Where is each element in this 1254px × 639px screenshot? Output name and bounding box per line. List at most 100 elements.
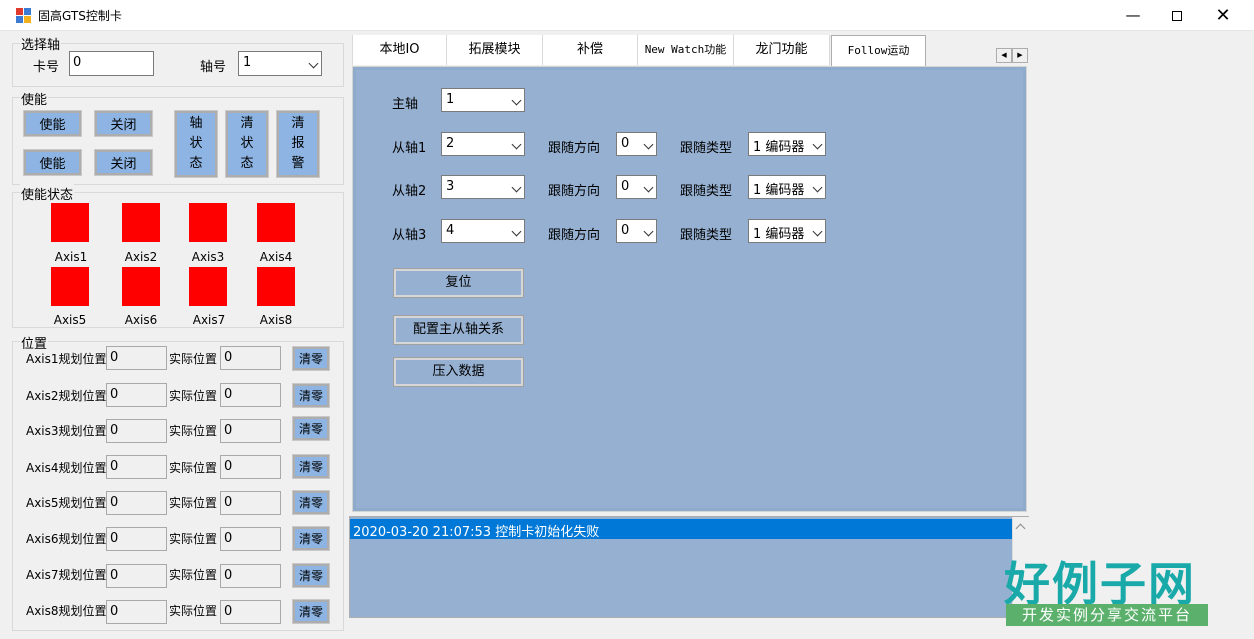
enable-button-2[interactable]: 使能 <box>23 149 82 176</box>
enable-status-title: 使能状态 <box>20 184 75 203</box>
tab-scroll-left-button[interactable]: ◀ <box>996 48 1012 63</box>
clear-alarm-button[interactable]: 清 报 警 <box>276 110 320 178</box>
axis4-clear-button[interactable]: 清零 <box>292 454 330 479</box>
axis6-label: Axis6 <box>124 313 158 327</box>
chevron-down-icon <box>511 95 522 106</box>
axis1-status-led <box>51 203 89 242</box>
close-button[interactable]: ✕ <box>1200 0 1246 31</box>
chevron-down-icon <box>812 182 823 193</box>
axis7-actual-position[interactable]: 0 <box>220 564 281 588</box>
axis5-actual-position[interactable]: 0 <box>220 491 281 515</box>
push-data-button[interactable]: 压入数据 <box>393 357 524 387</box>
slave1-type-select[interactable]: 1 编码器 <box>748 132 826 156</box>
chevron-down-icon <box>511 139 522 150</box>
close-icon: ✕ <box>1215 5 1231 26</box>
tab-local-io[interactable]: 本地IO <box>352 35 447 65</box>
axis4-actual-position[interactable]: 0 <box>220 455 281 479</box>
chevron-down-icon <box>812 139 823 150</box>
tab-gantry[interactable]: 龙门功能 <box>734 35 830 65</box>
axis1-clear-button[interactable]: 清零 <box>292 346 330 371</box>
slave2-type-select[interactable]: 1 编码器 <box>748 175 826 199</box>
axis8-status-led <box>257 267 295 306</box>
minimize-button[interactable]: — <box>1110 0 1156 31</box>
axis3-label: Axis3 <box>191 250 225 264</box>
axis8-actual-position[interactable]: 0 <box>220 600 281 624</box>
window-title: 固高GTS控制卡 <box>38 9 122 23</box>
enable-title: 使能 <box>20 89 49 108</box>
axis8-label: Axis8 <box>259 313 293 327</box>
enable-button-1[interactable]: 使能 <box>23 110 82 137</box>
axis5-plan-position[interactable]: 0 <box>106 491 167 515</box>
chevron-up-icon <box>1015 523 1026 534</box>
select-axis-title: 选择轴 <box>20 34 62 53</box>
axis2-clear-button[interactable]: 清零 <box>292 383 330 408</box>
tab-compensation[interactable]: 补偿 <box>543 35 638 65</box>
close-axis-button-1[interactable]: 关闭 <box>94 110 153 137</box>
slave1-direction-select[interactable]: 0 <box>616 132 657 156</box>
axis1-label: Axis1 <box>54 250 88 264</box>
chevron-down-icon <box>812 226 823 237</box>
tab-scroll-right-button[interactable]: ▶ <box>1012 48 1028 63</box>
master-axis-label: 主轴 <box>392 97 419 112</box>
maximize-icon <box>1172 10 1182 21</box>
axis6-plan-position[interactable]: 0 <box>106 527 167 551</box>
slave3-direction-select[interactable]: 0 <box>616 219 657 243</box>
axis7-plan-position[interactable]: 0 <box>106 564 167 588</box>
arrow-left-icon: ◀ <box>1001 51 1007 59</box>
log-line[interactable]: 2020-03-20 21:07:53 控制卡初始化失败 <box>350 519 1012 540</box>
config-master-slave-button[interactable]: 配置主从轴关系 <box>393 315 524 345</box>
axis5-status-led <box>51 267 89 306</box>
tab-extension-module[interactable]: 拓展模块 <box>447 35 543 65</box>
tab-new-watch[interactable]: New Watch功能 <box>638 35 734 65</box>
card-number-input[interactable]: 0 <box>69 51 154 76</box>
chevron-down-icon <box>643 182 654 193</box>
slave2-direction-select[interactable]: 0 <box>616 175 657 199</box>
axis7-status-led <box>189 267 227 306</box>
title-bar: 固高GTS控制卡 — ✕ <box>0 0 1254 31</box>
axis5-label: Axis5 <box>53 313 87 327</box>
close-axis-button-2[interactable]: 关闭 <box>94 149 153 176</box>
axis-number-select[interactable]: 1 <box>238 51 322 76</box>
axis3-plan-position[interactable]: 0 <box>106 419 167 443</box>
axis6-status-led <box>122 267 160 306</box>
log-listbox[interactable]: 2020-03-20 21:07:53 控制卡初始化失败 <box>349 516 1029 618</box>
chevron-down-icon <box>643 139 654 150</box>
axis2-label: Axis2 <box>124 250 158 264</box>
minimize-icon: — <box>1125 6 1141 24</box>
slave1-axis-select[interactable]: 2 <box>441 132 525 156</box>
tab-follow-motion[interactable]: Follow运动 <box>831 35 926 66</box>
axis8-plan-position[interactable]: 0 <box>106 600 167 624</box>
axis4-plan-position[interactable]: 0 <box>106 455 167 479</box>
reset-button[interactable]: 复位 <box>393 268 524 298</box>
axis2-plan-position[interactable]: 0 <box>106 383 167 407</box>
axis3-actual-position[interactable]: 0 <box>220 419 281 443</box>
axis-status-button[interactable]: 轴 状 态 <box>174 110 218 178</box>
clear-status-button[interactable]: 清 状 态 <box>225 110 269 178</box>
axis3-status-led <box>189 203 227 242</box>
axis5-clear-button[interactable]: 清零 <box>292 490 330 515</box>
axis6-clear-button[interactable]: 清零 <box>292 526 330 551</box>
axis4-label: Axis4 <box>259 250 293 264</box>
axis2-status-led <box>122 203 160 242</box>
axis-number-value: 1 <box>243 55 252 70</box>
master-axis-select[interactable]: 1 <box>441 88 525 112</box>
slave2-axis-select[interactable]: 3 <box>441 175 525 199</box>
arrow-right-icon: ▶ <box>1017 51 1023 59</box>
maximize-button[interactable] <box>1154 0 1200 31</box>
axis8-clear-button[interactable]: 清零 <box>292 599 330 624</box>
slave3-axis-select[interactable]: 4 <box>441 219 525 243</box>
axis7-label: Axis7 <box>192 313 226 327</box>
chevron-down-icon <box>308 58 319 69</box>
chevron-down-icon <box>511 226 522 237</box>
axis3-clear-button[interactable]: 清零 <box>292 416 330 441</box>
watermark-slogan: 开发实例分享交流平台 <box>1006 604 1208 626</box>
app-icon <box>16 8 32 24</box>
axis6-actual-position[interactable]: 0 <box>220 527 281 551</box>
axis2-actual-position[interactable]: 0 <box>220 383 281 407</box>
axis1-plan-position[interactable]: 0 <box>106 346 167 370</box>
slave3-type-select[interactable]: 1 编码器 <box>748 219 826 243</box>
axis7-clear-button[interactable]: 清零 <box>292 563 330 588</box>
axis1-actual-position[interactable]: 0 <box>220 346 281 370</box>
axis4-status-led <box>257 203 295 242</box>
chevron-down-icon <box>643 226 654 237</box>
